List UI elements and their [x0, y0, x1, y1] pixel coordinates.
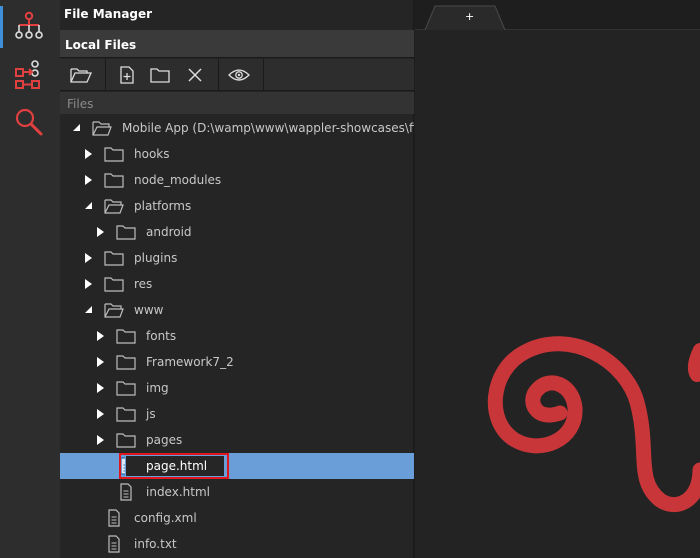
expand-arrow-icon[interactable] [97, 331, 104, 341]
folder-icon [104, 275, 124, 293]
toolbar-divider [105, 59, 106, 91]
toolbar-divider [263, 59, 264, 91]
tree-folder-row[interactable]: platforms [60, 193, 414, 219]
project-structure-button[interactable] [9, 6, 49, 46]
folder-open-icon [92, 119, 112, 137]
file-icon [104, 535, 124, 553]
tree-item-label: img [146, 381, 169, 395]
expand-arrow-icon[interactable] [97, 383, 104, 393]
panel-title: File Manager [64, 7, 153, 21]
tree-folder-row[interactable]: hooks [60, 141, 414, 167]
tree-folder-row[interactable]: res [60, 271, 414, 297]
tree-item-label: plugins [134, 251, 178, 265]
folder-open-icon [104, 197, 124, 215]
tree-item-label: www [134, 303, 164, 317]
tree-folder-row[interactable]: fonts [60, 323, 414, 349]
expand-arrow-icon[interactable] [85, 175, 92, 185]
expand-arrow-icon[interactable] [85, 279, 92, 289]
wappler-logo [487, 336, 700, 513]
tree-item-label: node_modules [134, 173, 222, 187]
folder-icon [116, 353, 136, 371]
editor-area [415, 30, 700, 558]
tree-folder-row[interactable]: pages [60, 427, 414, 453]
folder-icon [116, 379, 136, 397]
delete-icon [188, 68, 202, 82]
tree-item-label: Framework7_2 [146, 355, 234, 369]
tree-folder-row[interactable]: node_modules [60, 167, 414, 193]
folder-icon [104, 171, 124, 189]
collapse-arrow-icon[interactable] [73, 124, 80, 131]
open-folder-icon [70, 68, 92, 83]
preview-button[interactable] [224, 61, 254, 89]
server-connect-button[interactable] [9, 54, 49, 94]
folder-icon [116, 327, 136, 345]
files-column-header: Files [60, 92, 414, 114]
tree-item-label: android [146, 225, 192, 239]
tree-folder-row[interactable]: www [60, 297, 414, 323]
server-connect-icon [15, 60, 40, 89]
tree-file-row[interactable]: config.xml [60, 505, 414, 531]
tree-folder-row[interactable]: android [60, 219, 414, 245]
tree-folder-row[interactable]: plugins [60, 245, 414, 271]
preview-eye-icon [228, 69, 250, 81]
tree-item-label: Mobile App (D:\wamp\www\wappler-showcase… [122, 121, 414, 135]
open-folder-button[interactable] [66, 61, 96, 89]
highlight-box [119, 453, 229, 479]
tree-item-label: res [134, 277, 153, 291]
tree-item-label: index.html [146, 485, 210, 499]
active-indicator [0, 6, 3, 48]
file-tree: Mobile App (D:\wamp\www\wappler-showcase… [60, 114, 414, 558]
expand-arrow-icon[interactable] [97, 409, 104, 419]
tree-file-row[interactable]: index.html [60, 479, 414, 505]
local-files-header[interactable]: Local Files [60, 30, 414, 58]
folder-open-icon [104, 301, 124, 319]
activity-bar [0, 0, 60, 558]
files-header-label: Files [67, 97, 94, 111]
search-button[interactable] [9, 102, 49, 142]
collapse-arrow-icon[interactable] [85, 306, 92, 313]
expand-arrow-icon[interactable] [97, 435, 104, 445]
project-structure-icon [15, 11, 43, 39]
delete-button[interactable] [180, 61, 210, 89]
folder-icon [104, 249, 124, 267]
expand-arrow-icon[interactable] [85, 149, 92, 159]
tree-file-row[interactable]: page.html [60, 453, 414, 479]
search-icon [15, 108, 43, 136]
tree-item-label: info.txt [134, 537, 177, 551]
tree-item-label: config.xml [134, 511, 197, 525]
tree-folder-row[interactable]: img [60, 375, 414, 401]
tree-item-label: platforms [134, 199, 192, 213]
expand-arrow-icon[interactable] [85, 253, 92, 263]
new-tab-label: + [465, 10, 475, 23]
tree-item-label: hooks [134, 147, 170, 161]
expand-arrow-icon[interactable] [97, 357, 104, 367]
tree-file-row[interactable]: info.txt [60, 531, 414, 557]
folder-icon [104, 145, 124, 163]
new-folder-icon [150, 68, 170, 83]
toolbar-divider [218, 59, 219, 91]
new-folder-button[interactable] [145, 61, 175, 89]
folder-icon [116, 431, 136, 449]
collapse-arrow-icon[interactable] [85, 202, 92, 209]
new-file-icon [120, 66, 134, 84]
file-icon [116, 483, 136, 501]
tree-folder-row[interactable]: js [60, 401, 414, 427]
tree-item-label: pages [146, 433, 183, 447]
file-toolbar [60, 59, 414, 91]
tree-folder-row[interactable]: Mobile App (D:\wamp\www\wappler-showcase… [60, 115, 414, 141]
expand-arrow-icon[interactable] [97, 227, 104, 237]
folder-icon [116, 223, 136, 241]
folder-icon [116, 405, 136, 423]
tree-item-label: js [146, 407, 156, 421]
new-tab-button[interactable]: + [425, 5, 505, 30]
file-manager-panel: File Manager Local Files Files Mobile Ap… [60, 0, 414, 558]
tree-item-label: fonts [146, 329, 177, 343]
file-icon [104, 509, 124, 527]
editor-tab-strip: + [415, 0, 700, 30]
new-file-button[interactable] [112, 61, 142, 89]
tree-folder-row[interactable]: Framework7_2 [60, 349, 414, 375]
section-title: Local Files [65, 38, 137, 52]
